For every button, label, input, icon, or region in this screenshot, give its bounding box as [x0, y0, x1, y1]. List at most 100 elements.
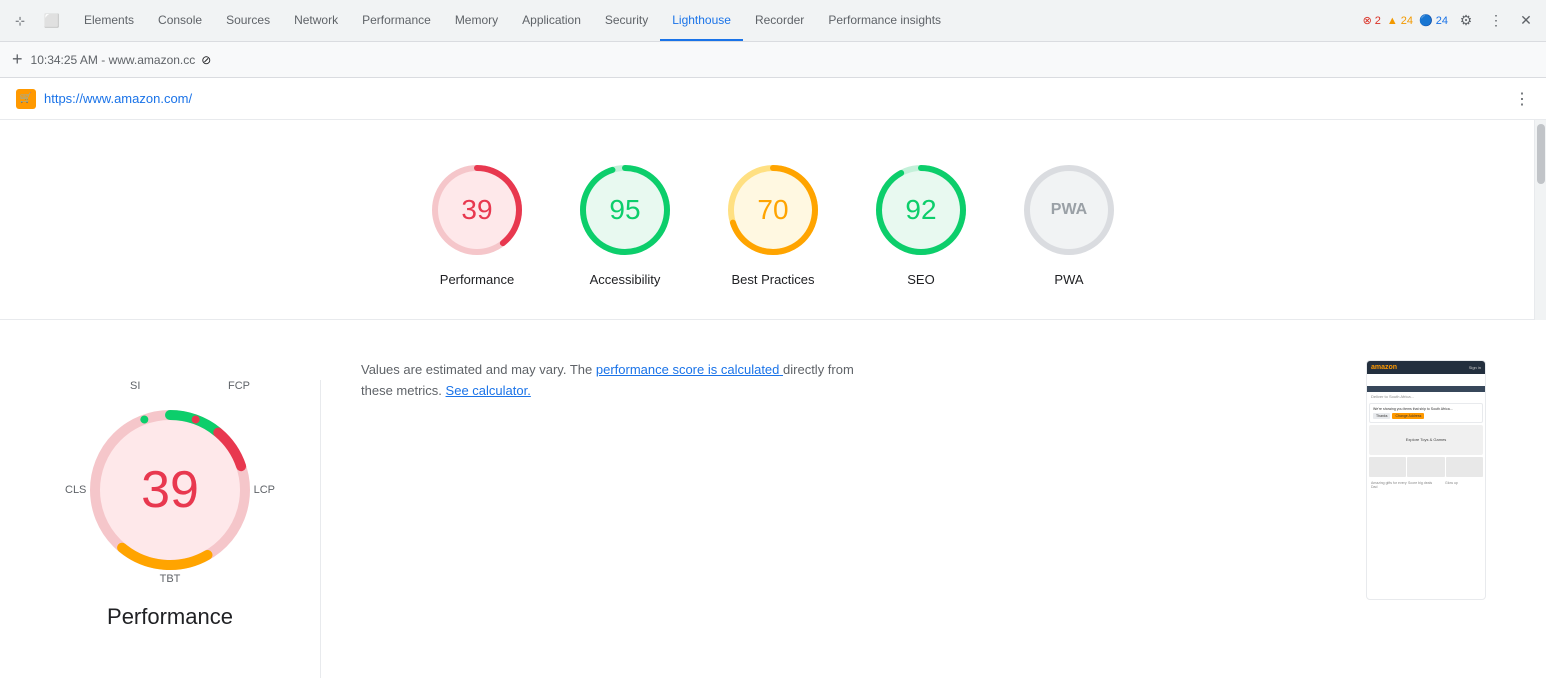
- devtools-topbar: ⊹ ⬜ Elements Console Sources Network Per…: [0, 0, 1546, 42]
- vertical-divider: [320, 380, 321, 678]
- score-circle-best-practices: 70: [723, 160, 823, 260]
- popup-text: We're showing you items that ship to Sou…: [1373, 407, 1479, 411]
- product-thumb-1: [1369, 457, 1406, 477]
- error-icon: ⊗: [1363, 14, 1372, 27]
- score-label-seo: SEO: [907, 272, 934, 289]
- perf-gauge-wrapper: SI FCP LCP TBT CLS: [60, 360, 280, 678]
- info-count: 24: [1436, 15, 1448, 27]
- warning-badge[interactable]: ▲ 24: [1387, 15, 1413, 27]
- new-tab-icon[interactable]: +: [12, 49, 23, 70]
- tab-lighthouse[interactable]: Lighthouse: [660, 0, 743, 41]
- score-value-performance: 39: [461, 194, 492, 226]
- amazon-favicon: 🛒: [16, 89, 36, 109]
- settings-icon[interactable]: ⚙: [1454, 9, 1478, 33]
- perf-detail: SI FCP LCP TBT CLS: [0, 320, 1546, 678]
- more-options-icon[interactable]: ⋮: [1484, 9, 1508, 33]
- gauge-label-si: SI: [130, 380, 140, 392]
- scrollbar[interactable]: [1534, 120, 1546, 320]
- score-label-best-practices: Best Practices: [731, 272, 814, 289]
- amazon-screenshot-mock: amazon Sign in Deliver to South Africa..…: [1367, 361, 1485, 491]
- warning-count: 24: [1401, 15, 1413, 27]
- score-value-accessibility: 95: [609, 194, 640, 226]
- tab-perf-insights[interactable]: Performance insights: [816, 0, 953, 41]
- stop-icon[interactable]: ⊘: [201, 53, 211, 67]
- info-icon: 🔵: [1419, 14, 1433, 27]
- dismiss-button[interactable]: Thanks: [1373, 413, 1390, 419]
- more-icon[interactable]: ⋮: [1514, 89, 1530, 109]
- inspect-icon[interactable]: ⊹: [8, 9, 32, 33]
- score-seo[interactable]: 92 SEO: [871, 160, 971, 289]
- scrollbar-thumb[interactable]: [1537, 124, 1545, 184]
- screenshot-preview: amazon Sign in Deliver to South Africa..…: [1366, 360, 1486, 600]
- gauge-title: Performance: [60, 604, 280, 630]
- gauge-score: 39: [141, 460, 199, 520]
- device-toolbar-icon[interactable]: ⬜: [40, 9, 64, 33]
- amazon-caption-row: Amazing gifts for every Dad Score big de…: [1367, 479, 1485, 491]
- tab-elements[interactable]: Elements: [72, 0, 146, 41]
- product-thumb-3: [1446, 457, 1483, 477]
- error-badge[interactable]: ⊗ 2: [1363, 14, 1381, 27]
- tab-memory[interactable]: Memory: [443, 0, 510, 41]
- score-value-pwa: PWA: [1051, 201, 1087, 219]
- amazon-signin: Sign in: [1469, 365, 1481, 370]
- warning-icon: ▲: [1387, 15, 1398, 27]
- topbar-right: ⊗ 2 ▲ 24 🔵 24 ⚙ ⋮ ✕: [1363, 9, 1538, 33]
- tab-security[interactable]: Security: [593, 0, 660, 41]
- perf-calculator-link[interactable]: See calculator.: [446, 383, 531, 398]
- score-accessibility[interactable]: 95 Accessibility: [575, 160, 675, 289]
- caption-2: Score big deals: [1408, 481, 1444, 489]
- gauge-container: SI FCP LCP TBT CLS: [60, 360, 280, 640]
- tab-console[interactable]: Console: [146, 0, 214, 41]
- url-bar: + 10:34:25 AM - www.amazon.cc ⊘: [0, 42, 1546, 78]
- perf-screenshot: amazon Sign in Deliver to South Africa..…: [1366, 360, 1486, 678]
- caption-1: Amazing gifts for every Dad: [1371, 481, 1407, 489]
- tab-application[interactable]: Application: [510, 0, 593, 41]
- page-url: https://www.amazon.com/: [44, 91, 192, 106]
- score-circle-pwa: PWA: [1019, 160, 1119, 260]
- score-circle-performance: 39: [427, 160, 527, 260]
- main-content: 39 Performance 95 Accessibility: [0, 120, 1546, 678]
- gauge-label-fcp: FCP: [228, 380, 250, 392]
- gauge-number-wrapper: 39: [80, 400, 260, 580]
- error-count: 2: [1375, 15, 1381, 27]
- close-devtools-icon[interactable]: ✕: [1514, 9, 1538, 33]
- perf-note: Values are estimated and may vary. The p…: [361, 360, 881, 402]
- amazon-logo: amazon: [1371, 364, 1397, 371]
- score-circle-seo: 92: [871, 160, 971, 260]
- gauge-title-text: Performance: [107, 604, 233, 629]
- amazon-product-grid: [1369, 457, 1483, 477]
- amazon-location-popup: We're showing you items that ship to Sou…: [1369, 403, 1483, 423]
- perf-score-link[interactable]: performance score is calculated: [596, 362, 783, 377]
- score-label-accessibility: Accessibility: [590, 272, 661, 289]
- score-pwa[interactable]: PWA PWA: [1019, 160, 1119, 289]
- score-label-performance: Performance: [440, 272, 514, 289]
- score-circle-accessibility: 95: [575, 160, 675, 260]
- score-best-practices[interactable]: 70 Best Practices: [723, 160, 823, 289]
- perf-note-text: Values are estimated and may vary. The: [361, 362, 592, 377]
- banner-text: Explore Toys & Games: [1406, 437, 1447, 442]
- caption-3: Glow up: [1445, 481, 1481, 489]
- url-field: 10:34:25 AM - www.amazon.cc ⊘: [31, 53, 212, 67]
- tab-sources[interactable]: Sources: [214, 0, 282, 41]
- score-value-seo: 92: [905, 194, 936, 226]
- lighthouse-url-bar: 🛒 https://www.amazon.com/ ⋮: [0, 78, 1546, 120]
- info-badge[interactable]: 🔵 24: [1419, 14, 1448, 27]
- tab-network[interactable]: Network: [282, 0, 350, 41]
- amazon-location: Deliver to South Africa...: [1367, 392, 1485, 401]
- amazon-search-bar: [1367, 376, 1485, 384]
- tab-performance[interactable]: Performance: [350, 0, 443, 41]
- devtools-icons: ⊹ ⬜: [8, 9, 64, 33]
- score-value-best-practices: 70: [757, 194, 788, 226]
- amazon-buttons: Thanks Change Address: [1373, 413, 1479, 419]
- change-address-button[interactable]: Change Address: [1392, 413, 1424, 419]
- score-label-pwa: PWA: [1054, 272, 1083, 289]
- amazon-banner: Explore Toys & Games: [1369, 425, 1483, 455]
- scores-section: 39 Performance 95 Accessibility: [0, 120, 1546, 320]
- tab-recorder[interactable]: Recorder: [743, 0, 816, 41]
- url-time: 10:34:25 AM - www.amazon.cc: [31, 53, 196, 67]
- product-thumb-2: [1407, 457, 1444, 477]
- score-performance[interactable]: 39 Performance: [427, 160, 527, 289]
- amazon-header: amazon Sign in: [1367, 361, 1485, 374]
- tab-list: Elements Console Sources Network Perform…: [72, 0, 1355, 41]
- perf-info: Values are estimated and may vary. The p…: [361, 360, 881, 678]
